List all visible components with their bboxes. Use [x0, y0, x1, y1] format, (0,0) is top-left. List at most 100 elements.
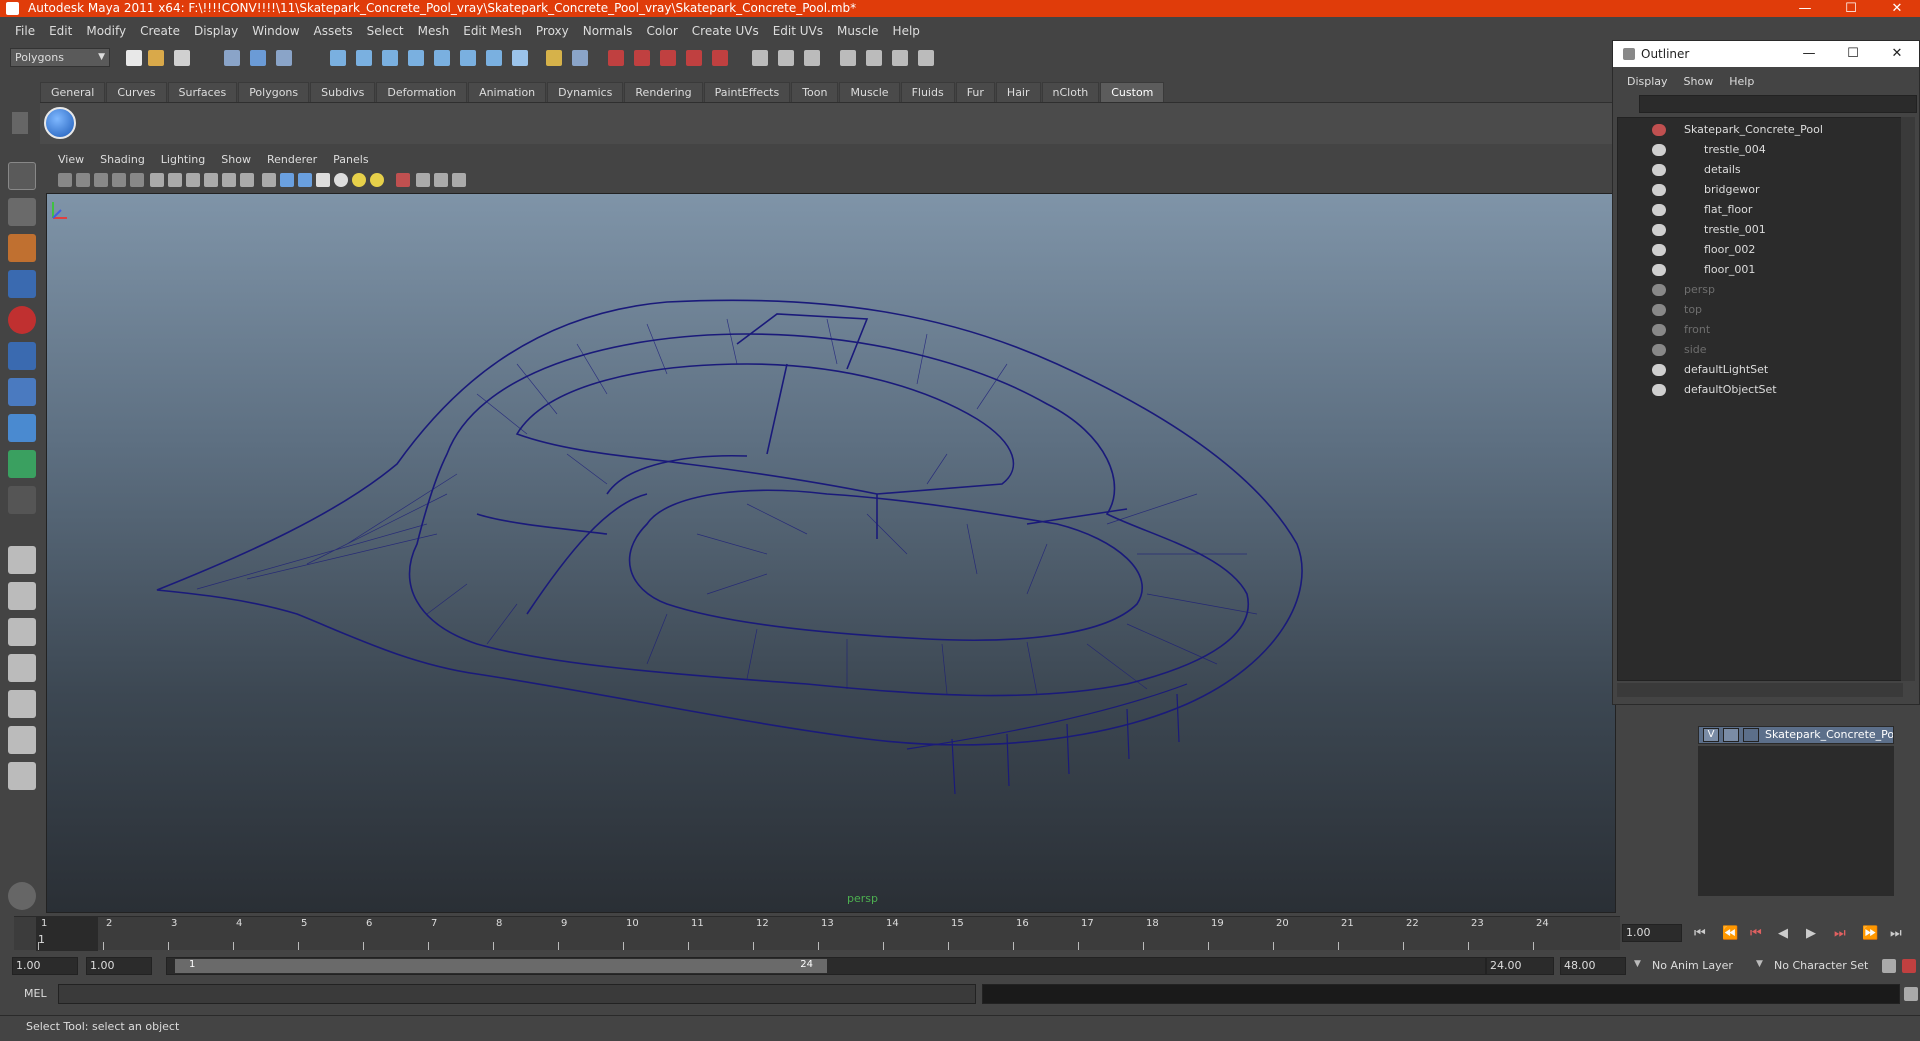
menu-mesh[interactable]: Mesh — [411, 24, 457, 38]
anim-layer-dropdown[interactable]: No Anim Layer — [1652, 959, 1733, 972]
menu-help[interactable]: Help — [886, 24, 927, 38]
outliner-item[interactable]: top — [1618, 300, 1902, 320]
time-slider[interactable]: 1 1 2 3 4 5 6 7 8 9 10 11 12 13 14 15 16 17 18 19 20 21 22 23 2… — [14, 916, 1620, 951]
hypershade-icon[interactable] — [712, 50, 728, 66]
go-to-end-icon[interactable]: ⏭ — [1890, 926, 1902, 941]
last-tool-icon[interactable] — [8, 486, 36, 514]
show-tool-settings-icon[interactable] — [778, 50, 794, 66]
xray-joints-icon[interactable] — [434, 173, 448, 187]
menu-modify[interactable]: Modify — [79, 24, 133, 38]
shelf-tab-rendering[interactable]: Rendering — [624, 82, 703, 102]
layout-persp-outliner-icon[interactable] — [8, 618, 36, 646]
play-backwards-icon[interactable]: ◀ — [1778, 926, 1788, 941]
menu-muscle[interactable]: Muscle — [830, 24, 886, 38]
use-all-lights-icon[interactable] — [352, 173, 366, 187]
auto-key-icon[interactable] — [1882, 959, 1896, 973]
render-region-icon[interactable] — [686, 50, 702, 66]
panel-menu-renderer[interactable]: Renderer — [259, 153, 325, 166]
perspective-viewport[interactable]: persp — [46, 193, 1616, 913]
outliner-filter-input[interactable] — [1639, 95, 1917, 113]
xray-icon[interactable] — [416, 173, 430, 187]
outliner-vertical-scrollbar[interactable] — [1901, 117, 1915, 681]
use-default-lights-icon[interactable] — [334, 173, 348, 187]
character-set-chevron-icon[interactable]: ▼ — [1756, 959, 1763, 969]
shelf-tab-hair[interactable]: Hair — [995, 82, 1041, 102]
panel-layout-four-icon[interactable] — [866, 50, 882, 66]
menu-assets[interactable]: Assets — [307, 24, 360, 38]
paint-select-tool-icon[interactable] — [8, 234, 36, 262]
outliner-item[interactable]: trestle_001 — [1618, 220, 1902, 240]
outliner-menu-display[interactable]: Display — [1619, 75, 1676, 88]
safe-action-icon[interactable] — [240, 173, 254, 187]
select-object-icon[interactable] — [250, 50, 266, 66]
layout-graph-editor-icon[interactable] — [8, 762, 36, 790]
shelf-tab-animation[interactable]: Animation — [468, 82, 547, 102]
command-input[interactable] — [58, 984, 976, 1004]
snap-point-icon[interactable] — [382, 50, 398, 66]
panel-menu-view[interactable]: View — [50, 153, 92, 166]
outliner-item[interactable]: side — [1618, 340, 1902, 360]
save-scene-icon[interactable] — [174, 50, 190, 66]
outliner-menu-show[interactable]: Show — [1676, 75, 1722, 88]
snap-curve-icon[interactable] — [356, 50, 372, 66]
menu-edit[interactable]: Edit — [42, 24, 79, 38]
layout-hypershade-icon[interactable] — [8, 690, 36, 718]
go-to-start-icon[interactable]: ⏮ — [1694, 926, 1706, 941]
snap-grid-icon[interactable] — [330, 50, 346, 66]
rotate-tool-icon[interactable] — [8, 306, 36, 334]
outliner-item[interactable]: floor_002 — [1618, 240, 1902, 260]
playback-start-field[interactable]: 1.00 — [86, 957, 152, 975]
step-back-key-icon[interactable]: ⏮ — [1750, 926, 1762, 941]
script-editor-icon[interactable] — [1904, 987, 1918, 1001]
layer-color-swatch[interactable] — [1743, 728, 1759, 742]
select-highlight-icon[interactable] — [572, 50, 588, 66]
anim-layer-chevron-icon[interactable]: ▼ — [1634, 959, 1641, 969]
outliner-tree[interactable]: Skatepark_Concrete_Pool trestle_004 detail… — [1617, 117, 1903, 681]
menu-create[interactable]: Create — [133, 24, 187, 38]
select-tool-icon[interactable] — [8, 162, 36, 190]
shelf-tab-curves[interactable]: Curves — [106, 82, 167, 102]
menu-select[interactable]: Select — [360, 24, 411, 38]
step-back-frame-icon[interactable]: ⏪ — [1722, 926, 1738, 941]
select-hierarchy-icon[interactable] — [224, 50, 240, 66]
snap-plane-icon[interactable] — [408, 50, 424, 66]
outliner-close-button[interactable]: ✕ — [1875, 41, 1919, 67]
outliner-maximize-button[interactable]: ☐ — [1831, 41, 1875, 67]
history-icon[interactable] — [486, 50, 502, 66]
shelf-tab-ncloth[interactable]: nCloth — [1041, 82, 1100, 102]
animation-preferences-icon[interactable] — [1902, 959, 1916, 973]
shelf-editor-icon[interactable] — [8, 882, 36, 910]
layout-four-pane-icon[interactable] — [8, 582, 36, 610]
menu-file[interactable]: File — [8, 24, 42, 38]
select-component-icon[interactable] — [276, 50, 292, 66]
help-icon[interactable] — [512, 50, 528, 66]
lock-icon[interactable] — [546, 50, 562, 66]
outliner-item[interactable]: trestle_004 — [1618, 140, 1902, 160]
shelf-tab-deformation[interactable]: Deformation — [376, 82, 468, 102]
menu-window[interactable]: Window — [245, 24, 306, 38]
range-slider-track[interactable]: 1 24 — [166, 957, 1486, 975]
close-button[interactable]: ✕ — [1874, 0, 1920, 17]
outliner-item[interactable]: front — [1618, 320, 1902, 340]
shelf-tab-dynamics[interactable]: Dynamics — [547, 82, 624, 102]
start-time-field[interactable]: 1.00 — [12, 957, 78, 975]
lasso-tool-icon[interactable] — [8, 198, 36, 226]
menu-edit-uvs[interactable]: Edit UVs — [766, 24, 830, 38]
panel-layout-persp-outliner-icon[interactable] — [892, 50, 908, 66]
shelf-tab-fur[interactable]: Fur — [955, 82, 995, 102]
step-forward-key-icon[interactable]: ⏭ — [1834, 926, 1846, 941]
move-tool-icon[interactable] — [8, 270, 36, 298]
snap-view-icon[interactable] — [460, 50, 476, 66]
shelf-tab-subdivs[interactable]: Subdivs — [310, 82, 376, 102]
image-plane-icon[interactable] — [112, 173, 126, 187]
show-channel-box-icon[interactable] — [804, 50, 820, 66]
render-settings-icon[interactable] — [660, 50, 676, 66]
outliner-item[interactable]: bridgewor — [1618, 180, 1902, 200]
film-gate-icon[interactable] — [168, 173, 182, 187]
shelf-tab-general[interactable]: General — [40, 82, 106, 102]
minimize-button[interactable]: — — [1782, 0, 1828, 17]
gate-mask-icon[interactable] — [204, 173, 218, 187]
grid-icon[interactable] — [150, 173, 164, 187]
soft-mod-tool-icon[interactable] — [8, 414, 36, 442]
panel-menu-show[interactable]: Show — [213, 153, 259, 166]
